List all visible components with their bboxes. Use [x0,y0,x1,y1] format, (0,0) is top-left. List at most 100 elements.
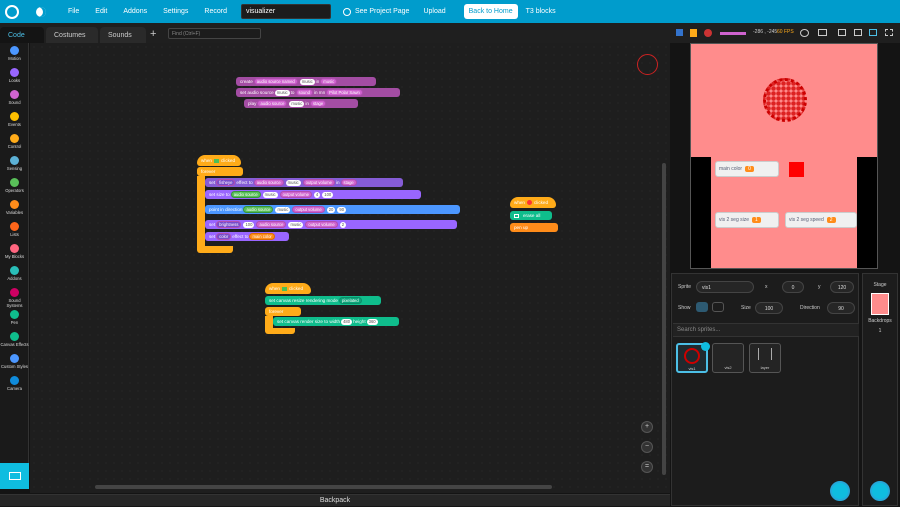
block-canvas-size[interactable]: set canvas render size to width 480 height… [273,317,399,326]
t3-blocks-link[interactable]: T3 blocks [526,8,556,15]
category-dot-icon [10,332,19,341]
show-label: Show [678,305,691,311]
block-play-audio-source[interactable]: play audio source music in stage [244,99,358,108]
stage-left-bar [691,157,711,268]
visualizer-circle [763,78,807,122]
settings-icon[interactable] [800,29,809,37]
block-when-flag-clicked-2[interactable]: when clicked [265,283,311,294]
sprite-name-input[interactable]: vis1 [696,281,754,293]
category-label: Sound [8,100,21,105]
category-lists[interactable]: Lists [0,222,29,237]
sprite-label: Sprite [678,284,692,290]
monitor-main-color[interactable]: main color 0 [715,161,779,177]
category-label: Custom Styles [1,364,28,369]
block-set-fisheye[interactable]: set fisheye effect to audio source music outp… [205,178,403,187]
direction-input[interactable]: 90 [827,302,855,314]
block-when-flag-clicked[interactable]: when clicked [197,155,241,166]
large-stage-icon[interactable] [869,29,877,36]
block-set-audio-source[interactable]: set audio source music to sound in mn Pilot P… [236,88,400,97]
globe-icon[interactable] [5,4,19,19]
block-erase-all[interactable]: erase all [510,211,552,220]
see-project-page-button[interactable]: See Project Page [342,7,409,16]
monitor-seg-speed[interactable]: vis 2 seg speed 2 [785,212,857,228]
block-pen-up[interactable]: pen up [510,223,558,232]
block-canvas-resize-mode[interactable]: set canvas resize rendering mode pixelate… [265,296,381,305]
stage-selector[interactable]: Stage Backdrops 1 [862,273,898,506]
category-label: Canvas Effects [0,342,29,347]
block-create-audio-source[interactable]: create audio source named music in music [236,77,376,86]
add-extension-button[interactable] [0,463,29,489]
category-dot-icon [10,112,19,121]
add-tab-button[interactable]: + [150,28,156,40]
block-forever-2[interactable]: forever [265,307,301,316]
menu-record[interactable]: Record [204,8,227,15]
category-variables[interactable]: Variables [0,200,29,215]
category-sound-systems[interactable]: Sound Systems [0,288,29,308]
block-point-in-direction[interactable]: point in direction audio source music outpu… [205,205,460,214]
zoom-in-button[interactable]: + [641,421,653,433]
category-motion[interactable]: Motion [0,46,29,61]
category-pen[interactable]: Pen [0,310,29,325]
category-sensing[interactable]: Sensing [0,156,29,171]
category-label: Control [7,144,22,149]
x-input[interactable]: 0 [782,281,804,293]
monitor-seg-size[interactable]: vis 2 seg size 1 [715,212,779,228]
size-input[interactable]: 100 [755,302,783,314]
category-control[interactable]: Control [0,134,29,149]
sprite-tile-layer[interactable]: layer [749,343,781,373]
vertical-scrollbar[interactable] [662,163,666,475]
normal-stage-icon[interactable] [854,29,862,36]
show-eye-icon[interactable] [696,302,708,312]
green-flag-button[interactable] [676,29,683,36]
code-workspace[interactable]: create audio source named music in music set… [30,43,670,493]
horizontal-scrollbar[interactable] [95,485,552,489]
category-camera[interactable]: Camera [0,376,29,391]
category-canvas-effects[interactable]: Canvas Effects [0,332,29,347]
tab-code[interactable]: Code [0,27,44,43]
category-sound[interactable]: Sound [0,90,29,105]
category-events[interactable]: Events [0,112,29,127]
category-dot-icon [10,156,19,165]
block-set-size[interactable]: set size to audio source music output volum… [205,190,421,199]
delete-icon[interactable] [701,342,710,351]
pause-button[interactable] [690,29,697,37]
block-when-clicked[interactable]: when clicked [510,197,556,208]
tab-sounds[interactable]: Sounds [100,27,146,43]
block-set-color-effect[interactable]: set color effect to main color [205,232,289,241]
category-operators[interactable]: Operators [0,178,29,193]
small-stage-icon[interactable] [838,29,846,36]
block-forever[interactable]: forever [197,167,243,176]
tab-costumes[interactable]: Costumes [46,27,98,43]
add-sprite-button[interactable] [830,481,850,501]
screenshot-icon[interactable] [818,29,827,36]
zoom-out-button[interactable]: − [641,441,653,453]
sprite-tile-vis1[interactable]: vis1 [676,342,710,373]
hide-eye-icon[interactable] [712,302,724,312]
sprite-thumb-icon [526,200,532,205]
category-looks[interactable]: Looks [0,68,29,83]
category-my-blocks[interactable]: My Blocks [0,244,29,259]
block-set-brightness[interactable]: set brightness 100 audio source music output … [205,220,457,229]
add-backdrop-button[interactable] [870,481,890,501]
upload-button[interactable]: Upload [423,8,445,15]
stop-button[interactable] [704,29,712,37]
menu-addons[interactable]: Addons [123,8,147,15]
back-to-home-button[interactable]: Back to Home [463,4,518,19]
volume-slider[interactable] [720,32,746,35]
menu-settings[interactable]: Settings [163,8,188,15]
find-input[interactable]: Find (Ctrl+F) [168,28,261,39]
tab-costumes-label: Costumes [54,31,86,39]
sprite-tile-vis2[interactable]: vis2 [712,343,744,373]
backpack[interactable]: Backpack [0,494,670,506]
category-addons[interactable]: Addons [0,266,29,281]
theme-moon-icon[interactable] [36,6,46,17]
fullscreen-icon[interactable] [885,29,893,36]
y-input[interactable]: 120 [830,281,854,293]
category-custom-styles[interactable]: Custom Styles [0,354,29,369]
zoom-reset-button[interactable]: = [641,461,653,473]
menu-edit[interactable]: Edit [95,8,107,15]
search-sprites-input[interactable]: Search sprites... [673,323,859,337]
project-title-input[interactable]: visualizer [240,4,331,19]
stage-canvas[interactable]: main color 0 vis 2 seg size 1 vis 2 seg sp… [690,43,878,269]
menu-file[interactable]: File [68,8,79,15]
